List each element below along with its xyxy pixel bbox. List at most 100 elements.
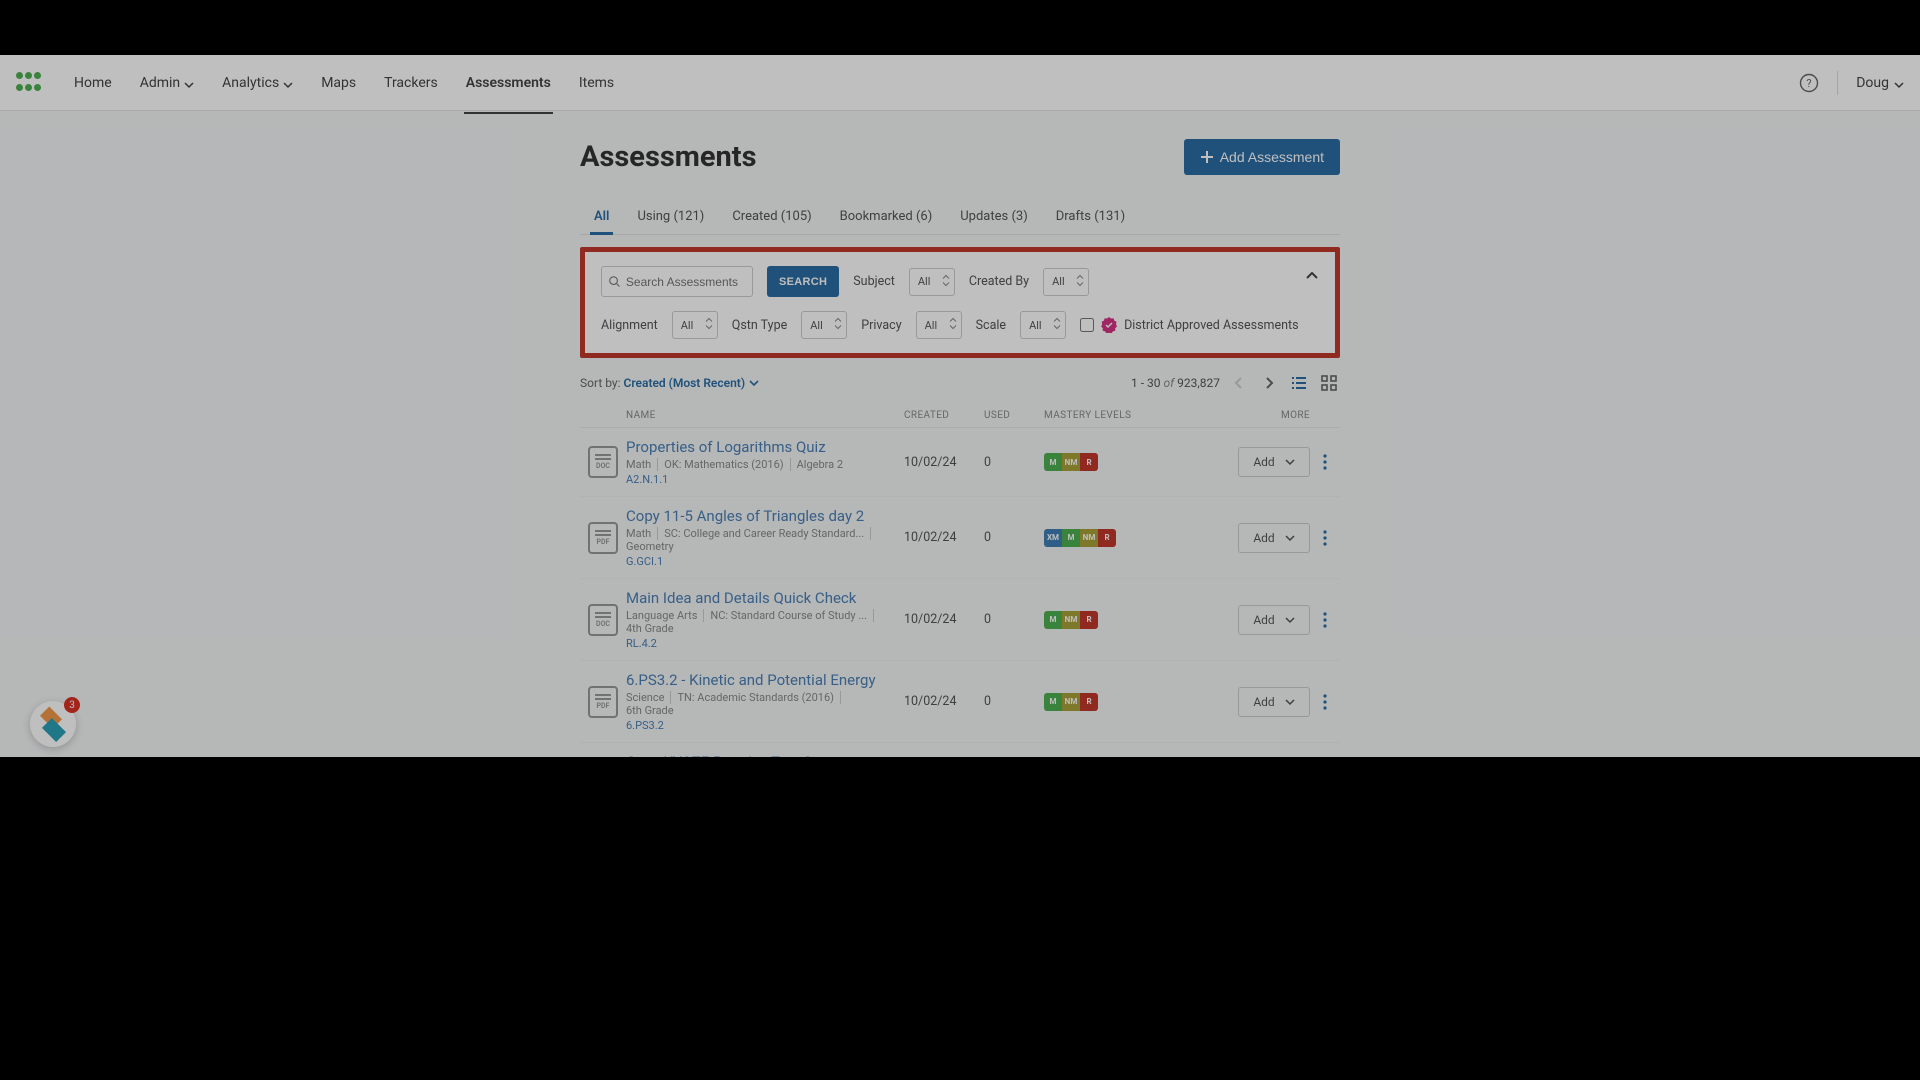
select-arrows-icon [942, 273, 950, 290]
logo-icon [16, 72, 44, 94]
standard-link[interactable]: G.GCI.1 [626, 555, 904, 568]
more-actions-button[interactable] [1310, 530, 1340, 546]
sort-bar: Sort by: Created (Most Recent) 1 - 30 of… [580, 372, 1340, 394]
floating-widget[interactable]: 3 [30, 701, 76, 747]
add-dropdown[interactable]: Add [1238, 687, 1310, 717]
nav-home[interactable]: Home [62, 69, 124, 97]
standard-link[interactable]: RL.4.2 [626, 637, 904, 650]
mastery-levels: MNMR [1044, 611, 1214, 629]
search-box [601, 266, 753, 297]
pager-total: 923,827 [1177, 376, 1220, 390]
mastery-levels: XMMNMR [1044, 529, 1214, 547]
select-arrows-icon [949, 317, 957, 334]
add-assessment-button[interactable]: Add Assessment [1184, 139, 1340, 175]
created-cell: 10/02/24 [904, 530, 984, 545]
table-row: PDFCopy 11-5 Angles of Triangles day 2Ma… [580, 497, 1340, 579]
doc-icon: PDF [588, 686, 618, 718]
alignment-label: Alignment [601, 318, 658, 333]
collapse-filters-button[interactable] [1305, 268, 1319, 287]
assessment-title[interactable]: Properties of Logarithms Quiz [626, 438, 904, 456]
search-input[interactable] [626, 275, 746, 289]
pager-text: 1 - 30 of 923,827 [1131, 376, 1220, 390]
more-actions-button[interactable] [1310, 694, 1340, 710]
divider [1837, 71, 1838, 95]
used-cell: 0 [984, 612, 1044, 627]
nav-assessments[interactable]: Assessments [454, 69, 563, 97]
pager-range: 1 - 30 [1131, 376, 1161, 390]
scale-value: All [1029, 319, 1042, 332]
col-more: MORE [1214, 410, 1310, 421]
qstn-value: All [810, 319, 823, 332]
pager-prev-button[interactable] [1228, 372, 1250, 394]
createdby-value: All [1052, 275, 1065, 288]
list-view-button[interactable] [1288, 372, 1310, 394]
nav-items[interactable]: Items [567, 69, 626, 97]
widget-count: 3 [64, 697, 80, 713]
chevron-down-icon [1894, 78, 1904, 88]
mastery-levels: MNMR [1044, 453, 1214, 471]
doc-icon: DOC [588, 446, 618, 478]
tab-all[interactable]: All [580, 199, 623, 234]
approved-checkbox[interactable] [1080, 318, 1094, 332]
add-dropdown[interactable]: Add [1238, 523, 1310, 553]
pager-next-button[interactable] [1258, 372, 1280, 394]
nav-trackers[interactable]: Trackers [372, 69, 450, 97]
tab-created[interactable]: Created (105) [718, 199, 825, 234]
qstn-label: Qstn Type [732, 318, 787, 333]
approved-label: District Approved Assessments [1124, 318, 1299, 333]
qstn-select[interactable]: All [801, 311, 847, 339]
createdby-select[interactable]: All [1043, 268, 1089, 296]
nav-maps[interactable]: Maps [309, 69, 368, 97]
sort-dropdown[interactable]: Created (Most Recent) [623, 376, 759, 390]
assessment-meta: ScienceTN: Academic Standards (2016)6th … [626, 691, 904, 717]
add-dropdown[interactable]: Add [1238, 447, 1310, 477]
doc-icon: PDF [588, 522, 618, 554]
tab-bookmarked[interactable]: Bookmarked (6) [826, 199, 947, 234]
select-arrows-icon [834, 317, 842, 334]
tab-using[interactable]: Using (121) [623, 199, 718, 234]
col-used: USED [984, 410, 1044, 421]
privacy-select[interactable]: All [916, 311, 962, 339]
table-row: DOCMain Idea and Details Quick CheckLang… [580, 579, 1340, 661]
grid-view-button[interactable] [1318, 372, 1340, 394]
created-cell: 10/02/24 [904, 612, 984, 627]
assessment-title[interactable]: Main Idea and Details Quick Check [626, 589, 904, 607]
standard-link[interactable]: A2.N.1.1 [626, 473, 904, 486]
standard-link[interactable]: 6.PS3.2 [626, 719, 904, 732]
search-button[interactable]: SEARCH [767, 266, 839, 297]
select-arrows-icon [705, 317, 713, 334]
user-menu[interactable]: Doug [1856, 75, 1904, 91]
used-cell: 0 [984, 530, 1044, 545]
sort-value: Created (Most Recent) [623, 376, 745, 390]
page-title: Assessments [580, 140, 756, 174]
more-actions-button[interactable] [1310, 454, 1340, 470]
chevron-down-icon [184, 78, 194, 88]
add-dropdown[interactable]: Add [1238, 605, 1310, 635]
select-arrows-icon [1053, 317, 1061, 334]
alignment-select[interactable]: All [672, 311, 718, 339]
mastery-levels: MNMR [1044, 693, 1214, 711]
used-cell: 0 [984, 455, 1044, 470]
chevron-down-icon [749, 378, 759, 388]
nav-admin[interactable]: Admin [128, 69, 206, 97]
nav-analytics[interactable]: Analytics [210, 69, 305, 97]
topbar-right: ? Doug [1799, 71, 1904, 95]
more-actions-button[interactable] [1310, 612, 1340, 628]
created-cell: 10/02/24 [904, 694, 984, 709]
user-name: Doug [1856, 75, 1889, 91]
tab-updates[interactable]: Updates (3) [946, 199, 1042, 234]
add-assessment-label: Add Assessment [1220, 149, 1324, 165]
svg-text:?: ? [1807, 77, 1812, 90]
doc-icon: DOC [588, 604, 618, 636]
help-icon[interactable]: ? [1799, 73, 1819, 93]
scale-select[interactable]: All [1020, 311, 1066, 339]
assessment-title[interactable]: Copy 11-5 Angles of Triangles day 2 [626, 507, 904, 525]
sort-label: Sort by: [580, 376, 621, 390]
filter-panel: SEARCH Subject All Created By All Alignm… [580, 247, 1340, 358]
tab-drafts[interactable]: Drafts (131) [1042, 199, 1139, 234]
approved-filter[interactable]: District Approved Assessments [1080, 317, 1299, 333]
subject-label: Subject [853, 274, 895, 289]
used-cell: 0 [984, 694, 1044, 709]
assessment-title[interactable]: 6.PS3.2 - Kinetic and Potential Energy [626, 671, 904, 689]
subject-select[interactable]: All [909, 268, 955, 296]
